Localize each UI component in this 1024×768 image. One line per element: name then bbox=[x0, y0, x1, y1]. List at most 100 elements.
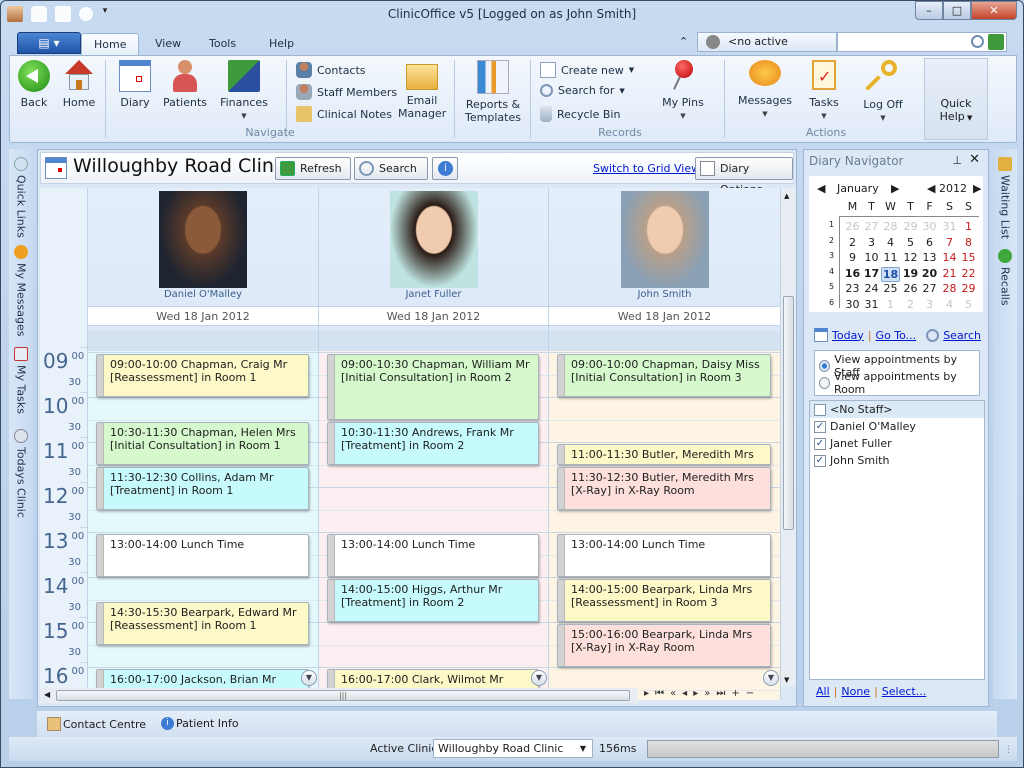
appointment[interactable]: 13:00-14:00 Lunch Time bbox=[327, 534, 539, 577]
dock-tab-quick-links[interactable]: Quick Links bbox=[11, 157, 31, 238]
calendar-day[interactable]: 31 bbox=[940, 220, 959, 233]
info-button[interactable]: i bbox=[432, 157, 458, 180]
more-appointments-icon[interactable]: ▼ bbox=[531, 670, 547, 686]
horizontal-scroll-thumb[interactable]: ||| bbox=[56, 690, 630, 701]
appointment[interactable]: 14:00-15:00 Bearpark, Linda Mrs [Reasses… bbox=[557, 579, 771, 622]
dock-tab-waiting-list[interactable]: Waiting List bbox=[995, 157, 1015, 239]
messages-button[interactable]: Messages ▼ bbox=[736, 60, 794, 121]
next-page-fast-icon[interactable]: » bbox=[704, 688, 710, 699]
calendar-day[interactable]: 18 bbox=[881, 266, 900, 282]
next-year-icon[interactable]: ▶ bbox=[973, 182, 981, 195]
collapse-ribbon-icon[interactable]: ⌃ bbox=[679, 35, 688, 48]
global-search-input[interactable] bbox=[837, 32, 1007, 52]
prev-year-icon[interactable]: ◀ bbox=[927, 182, 935, 195]
select-none-link[interactable]: None bbox=[841, 685, 870, 698]
appointment[interactable]: 10:30-11:30 Chapman, Helen Mrs [Initial … bbox=[96, 421, 309, 465]
search-button[interactable]: Search bbox=[354, 157, 428, 180]
all-day-band[interactable] bbox=[88, 331, 318, 351]
calendar-day[interactable]: 14 bbox=[940, 251, 959, 264]
log-off-button[interactable]: Log Off ▼ bbox=[858, 60, 908, 125]
staff-filter-item[interactable]: ✓ Daniel O'Malley bbox=[810, 418, 984, 435]
calendar-day[interactable]: 24 bbox=[862, 282, 881, 295]
calendar-day[interactable]: 3 bbox=[920, 298, 939, 311]
next-page-icon[interactable]: ▸ bbox=[644, 688, 649, 699]
pin-icon[interactable]: ⊥ bbox=[952, 154, 962, 167]
reports-templates-button[interactable]: Reports & Templates bbox=[462, 60, 524, 124]
more-appointments-icon[interactable]: ▼ bbox=[763, 670, 779, 686]
calendar-day[interactable]: 16 bbox=[843, 267, 862, 280]
appointment[interactable]: 14:00-15:00 Higgs, Arthur Mr [Treatment]… bbox=[327, 579, 539, 622]
finances-button[interactable]: Finances ▼ bbox=[218, 60, 270, 123]
calendar-day[interactable]: 15 bbox=[959, 251, 978, 264]
my-pins-button[interactable]: My Pins ▼ bbox=[658, 60, 708, 123]
checkbox-checked-icon[interactable]: ✓ bbox=[814, 420, 826, 433]
contact-centre-tab[interactable]: Contact Centre bbox=[47, 717, 146, 731]
select-custom-link[interactable]: Select... bbox=[882, 685, 926, 698]
appointment[interactable]: 09:00-10:00 Chapman, Daisy Miss [Initial… bbox=[557, 354, 771, 397]
calendar-day[interactable]: 27 bbox=[920, 282, 939, 295]
calendar-day[interactable]: 20 bbox=[920, 267, 939, 280]
calendar-day[interactable]: 1 bbox=[959, 220, 978, 233]
select-all-link[interactable]: All bbox=[816, 685, 830, 698]
patient-info-tab[interactable]: i Patient Info bbox=[161, 717, 239, 730]
tab-help[interactable]: Help bbox=[257, 33, 306, 55]
maximize-button[interactable]: □ bbox=[943, 1, 971, 20]
calendar-day[interactable]: 1 bbox=[881, 298, 900, 311]
patients-button[interactable]: Patients bbox=[162, 60, 208, 109]
minimize-button[interactable]: – bbox=[915, 1, 943, 20]
create-new-button[interactable]: Create new ▼ bbox=[540, 62, 634, 78]
refresh-button[interactable]: Refresh bbox=[275, 157, 351, 180]
appointment[interactable]: 13:00-14:00 Lunch Time bbox=[557, 534, 771, 577]
prev-page-icon[interactable]: « bbox=[670, 688, 676, 699]
first-icon[interactable]: ⏮ bbox=[655, 688, 664, 699]
appointment[interactable]: 13:00-14:00 Lunch Time bbox=[96, 534, 309, 577]
next-icon[interactable]: ▸ bbox=[693, 688, 698, 699]
checkbox-checked-icon[interactable]: ✓ bbox=[814, 437, 826, 450]
calendar-day[interactable]: 28 bbox=[940, 282, 959, 295]
prev-month-icon[interactable]: ◀ bbox=[817, 182, 825, 195]
calendar-day[interactable]: 26 bbox=[901, 282, 920, 295]
calendar-day[interactable]: 4 bbox=[940, 298, 959, 311]
go-to-link[interactable]: Go To... bbox=[876, 329, 917, 342]
back-button[interactable]: Back bbox=[16, 60, 52, 109]
calendar-day[interactable]: 21 bbox=[940, 267, 959, 280]
last-icon[interactable]: ⏭ bbox=[716, 688, 725, 699]
diary-options-button[interactable]: Diary Options bbox=[695, 157, 793, 196]
tab-tools[interactable]: Tools bbox=[197, 33, 248, 55]
more-appointments-icon[interactable]: ▼ bbox=[301, 670, 317, 686]
dock-tab-recalls[interactable]: Recalls bbox=[995, 249, 1015, 306]
calendar-day[interactable]: 30 bbox=[843, 298, 862, 311]
prev-icon[interactable]: ◂ bbox=[682, 688, 687, 699]
active-clinic-select[interactable]: Willoughby Road Clinic ▼ bbox=[433, 739, 593, 758]
calendar-day[interactable]: 25 bbox=[881, 282, 900, 295]
scroll-down-icon[interactable]: ▼ bbox=[784, 676, 789, 684]
dock-tab-my-messages[interactable]: My Messages bbox=[11, 245, 31, 336]
tab-view[interactable]: View bbox=[143, 33, 193, 55]
calendar-day[interactable]: 10 bbox=[862, 251, 881, 264]
calendar-day[interactable]: 30 bbox=[920, 220, 939, 233]
horizontal-scrollbar[interactable]: ◀ ||| bbox=[40, 688, 638, 703]
staff-day-column[interactable]: 09:00-10:00 Chapman, Craig Mr [Reassessm… bbox=[88, 331, 319, 700]
remove-day-icon[interactable]: − bbox=[746, 688, 754, 699]
active-patient-dropdown[interactable]: <no active patient> ▼ bbox=[697, 32, 837, 66]
tab-home[interactable]: Home bbox=[81, 33, 140, 55]
calendar-day[interactable]: 28 bbox=[881, 220, 900, 233]
scroll-up-icon[interactable]: ▲ bbox=[784, 192, 789, 200]
search-for-button[interactable]: Search for ▼ bbox=[540, 84, 625, 97]
staff-filter-item[interactable]: <No Staff> bbox=[810, 401, 984, 418]
close-icon[interactable]: ✕ bbox=[969, 152, 980, 167]
resize-grip-icon[interactable]: ⋮ bbox=[1004, 745, 1013, 755]
contacts-button[interactable]: Contacts bbox=[296, 62, 366, 78]
vertical-scroll-thumb[interactable] bbox=[783, 296, 794, 530]
calendar-day[interactable]: 3 bbox=[862, 236, 881, 249]
appointment[interactable]: 11:30-12:30 Collins, Adam Mr [Treatment]… bbox=[96, 466, 309, 510]
appointment[interactable]: 09:00-10:00 Chapman, Craig Mr [Reassessm… bbox=[96, 354, 309, 397]
calendar-day[interactable]: 5 bbox=[959, 298, 978, 311]
search-icon[interactable] bbox=[971, 35, 984, 48]
calendar-day[interactable]: 2 bbox=[843, 236, 862, 249]
staff-filter-item[interactable]: ✓ Janet Fuller bbox=[810, 435, 984, 452]
navigator-search-link[interactable]: Search bbox=[943, 329, 981, 342]
calendar-day[interactable]: 9 bbox=[843, 251, 862, 264]
vertical-scrollbar[interactable]: ▲ ▼ bbox=[781, 188, 796, 686]
calendar-day[interactable]: 17 bbox=[862, 267, 881, 280]
